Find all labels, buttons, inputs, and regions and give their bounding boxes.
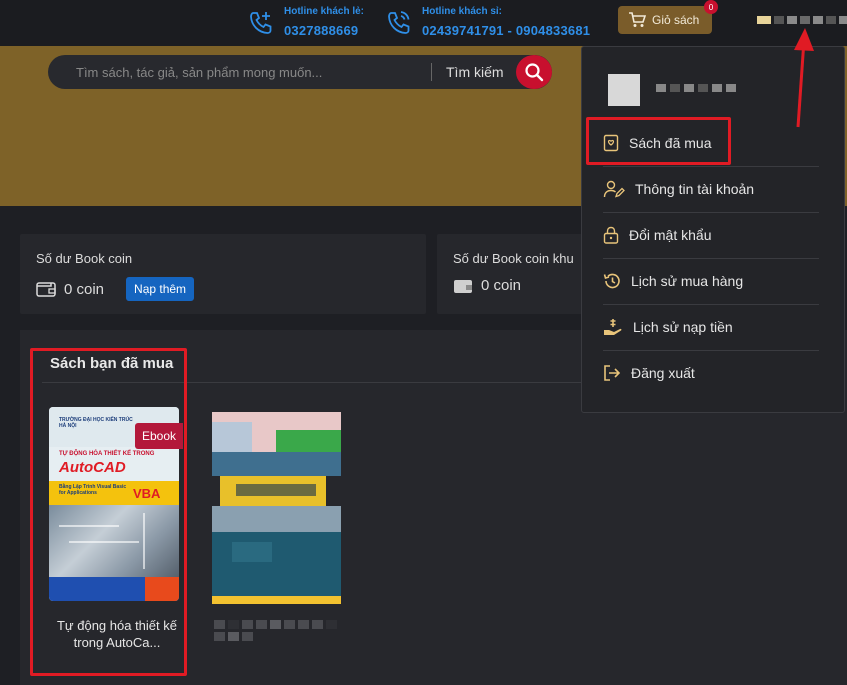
user-avatar [608,74,640,106]
wallet-filled-icon [454,279,472,293]
phone-call-icon [388,11,410,34]
user-display-name [656,84,736,92]
hotline-retail-label: Hotline khách lẻ: [284,6,365,17]
menu-item-label: Thông tin tài khoản [635,181,755,197]
search-divider [431,63,432,81]
cart-button[interactable]: Giỏ sách [618,6,712,34]
menu-item-topup-history[interactable]: Lịch sử nạp tiền [603,305,819,349]
logout-icon [604,365,621,381]
search-button[interactable] [516,55,552,89]
highlight-purchased-book [30,348,187,676]
search-bar: Tìm kiếm [48,55,552,89]
user-name-menu[interactable] [757,16,847,24]
cart-label: Giỏ sách [652,13,700,27]
menu-item-account-info[interactable]: Thông tin tài khoản [603,167,819,211]
promo-coin-balance-value: 0 coin [481,277,522,294]
phone-add-icon [250,12,272,34]
book-title-redacted[interactable] [214,620,344,641]
hotline-retail[interactable]: Hotline khách lẻ: 0327888669 [246,0,364,46]
search-input[interactable] [76,55,446,89]
menu-item-label: Đổi mật khẩu [629,227,712,243]
lock-icon [603,226,619,244]
topup-button[interactable]: Nạp thêm [126,277,195,301]
menu-item-purchase-history[interactable]: Lịch sử mua hàng [603,259,819,303]
search-icon [525,63,544,82]
menu-item-label: Lịch sử nạp tiền [633,319,733,335]
hotline-retail-number[interactable]: 0327888669 [284,23,358,38]
menu-item-label: Đăng xuất [631,365,695,381]
promo-coin-balance-card: Số dư Book coin khu 0 coin [437,234,587,314]
hotline-wholesale-number[interactable]: 02439741791 - 0904833681 [422,23,590,38]
cart-icon [629,12,646,27]
book-coin-balance-value: 0 coin [64,280,105,298]
wallet-icon [36,282,56,297]
menu-item-change-password[interactable]: Đổi mật khẩu [603,213,819,257]
hotline-wholesale[interactable]: Hotline khách sỉ: 02439741791 - 09048336… [384,0,590,46]
top-bar: Hotline khách lẻ: 0327888669 Hotline khá… [0,0,847,46]
menu-item-logout[interactable]: Đăng xuất [603,351,819,395]
book-coin-balance-card: Số dư Book coin 0 coin Nạp thêm [20,234,426,314]
history-icon [603,273,620,289]
book-coin-balance-title: Số dư Book coin [36,251,133,266]
hotline-wholesale-label: Hotline khách sỉ: [422,6,503,17]
menu-item-label: Lịch sử mua hàng [631,273,744,289]
search-button-label[interactable]: Tìm kiếm [446,64,504,80]
book-cover-redacted[interactable] [212,412,341,604]
cart-count-badge: 0 [704,0,718,14]
hand-coins-icon [604,319,622,335]
promo-coin-balance-title: Số dư Book coin khu [453,251,574,266]
highlight-menu-item [586,117,731,165]
user-edit-icon [603,180,625,198]
